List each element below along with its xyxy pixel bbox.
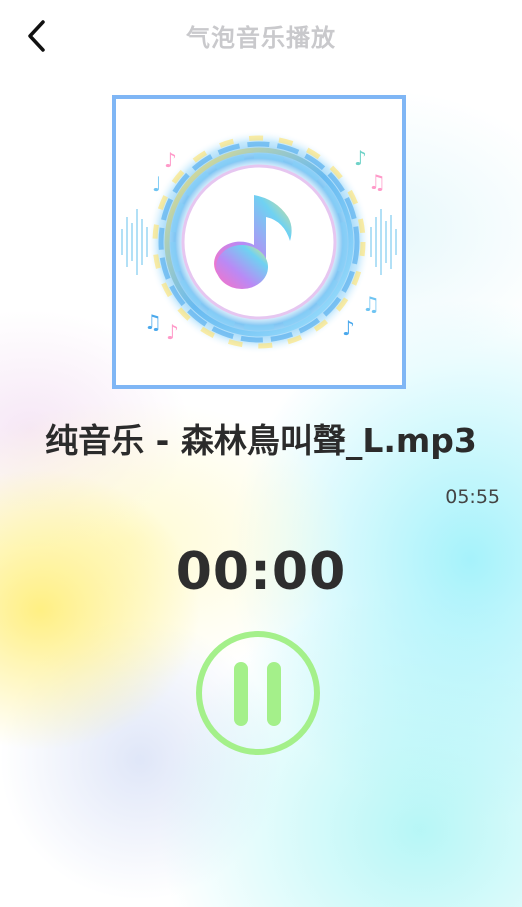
music-note-icon: ♪ ♩ ♪ ♫ ♫ ♪ ♪ ♫ — [121, 130, 397, 354]
pause-icon — [196, 631, 320, 755]
svg-text:♫: ♫ — [368, 170, 386, 194]
total-duration: 05:55 — [445, 486, 500, 508]
svg-text:♫: ♫ — [362, 292, 380, 316]
svg-text:♪: ♪ — [166, 320, 179, 344]
current-time: 00:00 — [175, 542, 347, 602]
album-cover: ♪ ♩ ♪ ♫ ♫ ♪ ♪ ♫ — [112, 95, 406, 389]
svg-text:♪: ♪ — [164, 148, 177, 172]
pause-button[interactable] — [194, 629, 322, 757]
svg-text:♩: ♩ — [152, 172, 161, 196]
svg-text:♪: ♪ — [342, 316, 355, 340]
page-title: 气泡音乐播放 — [186, 24, 336, 52]
song-title: 纯音乐 - 森林鳥叫聲_L.mp3 — [45, 421, 477, 460]
top-bar: 气泡音乐播放 — [0, 0, 522, 72]
svg-text:♪: ♪ — [354, 146, 367, 170]
svg-text:♫: ♫ — [144, 310, 162, 334]
